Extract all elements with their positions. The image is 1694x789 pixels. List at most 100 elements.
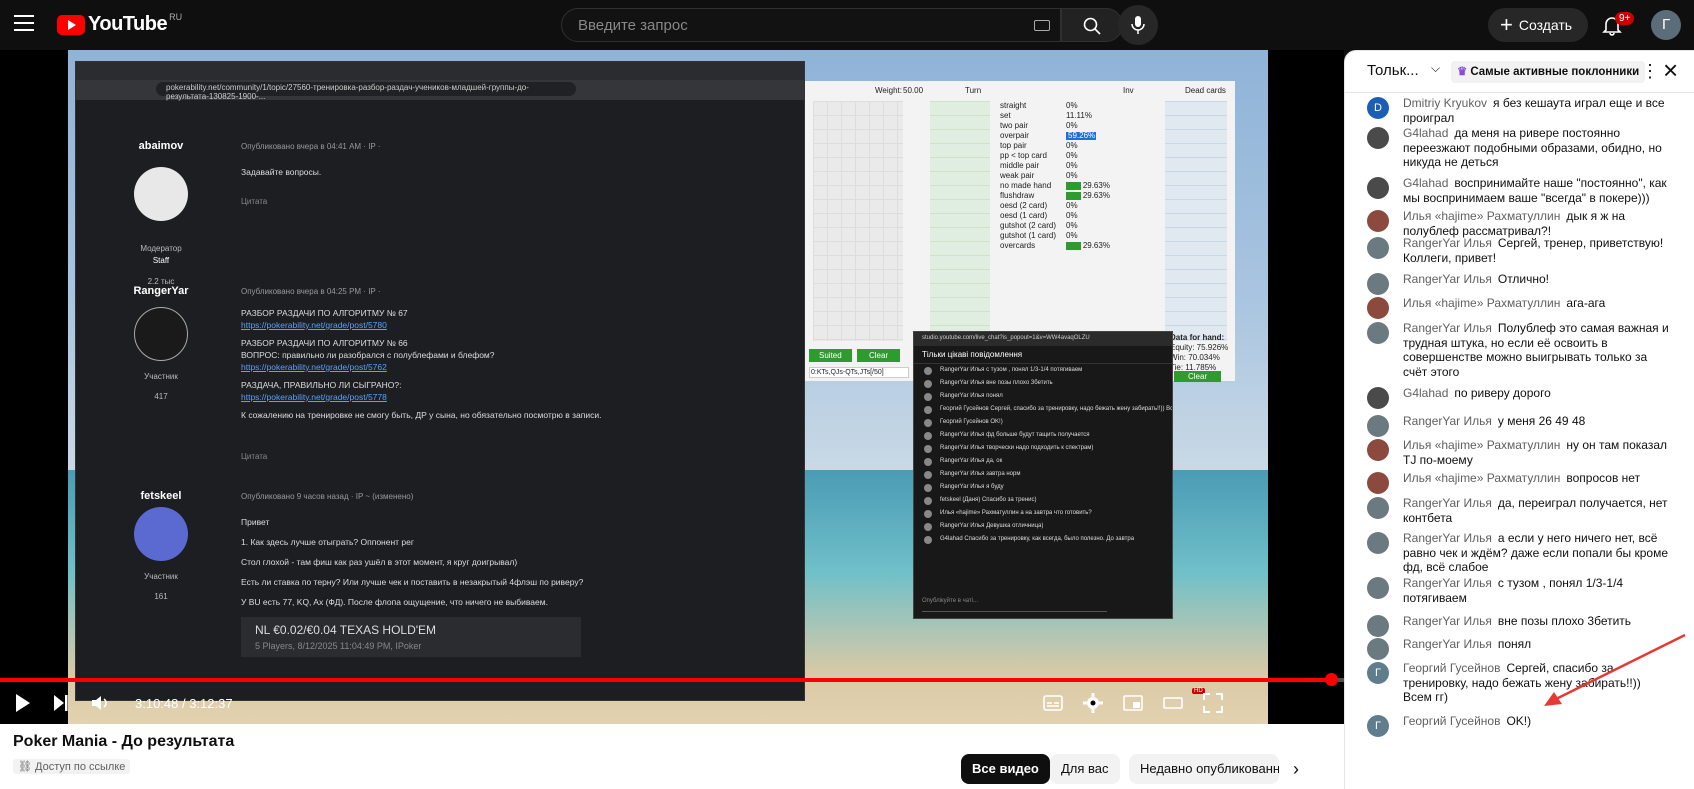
stat-name: pp < top card [1000, 151, 1047, 160]
more-options-icon[interactable]: ⋮ [1641, 61, 1659, 82]
chat-message-body: RangerYar Илья у меня 26 49 48 [1403, 414, 1673, 429]
chat-author[interactable]: Георгий Гусейнов [1403, 714, 1500, 728]
popout-chat-input[interactable]: Опублікуйте в чаті... [922, 598, 1107, 612]
chat-avatar[interactable] [1367, 127, 1389, 149]
chat-author[interactable]: RangerYar Илья [1403, 531, 1492, 545]
video-player[interactable]: pokerability.net/community/1/topic/27560… [0, 50, 1344, 724]
chat-avatar[interactable] [1367, 532, 1389, 554]
keyboard-icon[interactable] [1034, 20, 1050, 31]
chat-avatar[interactable] [1367, 415, 1389, 437]
chat-author[interactable]: RangerYar Илья [1403, 272, 1492, 286]
chat-avatar[interactable] [1367, 497, 1389, 519]
chat-avatar[interactable] [1367, 177, 1389, 199]
chat-message-body: RangerYar Илья Полублеф это самая важная … [1403, 321, 1673, 379]
settings-gear-icon[interactable] [1082, 692, 1104, 714]
top-fans-button[interactable]: ♛ Самые активные поклонники [1451, 61, 1646, 83]
post-role: Участник [144, 572, 178, 581]
chat-mode-selector[interactable]: Тольк... [1367, 62, 1419, 79]
chip-for-you[interactable]: Для вас [1050, 754, 1120, 784]
chat-avatar[interactable]: D [1367, 97, 1389, 119]
volume-icon[interactable] [90, 692, 110, 714]
post-line: Задавайте вопросы. [241, 167, 322, 177]
chat-avatar[interactable] [1367, 615, 1389, 637]
chat-author[interactable]: Dmitriy Kryukov [1403, 96, 1487, 110]
create-button[interactable]: + Создать [1488, 8, 1588, 42]
subtitles-icon[interactable] [1042, 692, 1064, 714]
theater-mode-icon[interactable] [1162, 692, 1184, 714]
stat-bar [1066, 242, 1081, 250]
popout-chat-window: studio.youtube.com/live_chat?is_popout=1… [913, 331, 1173, 619]
chat-avatar[interactable] [1367, 273, 1389, 295]
close-icon[interactable]: × [1663, 55, 1678, 86]
fullscreen-icon[interactable] [1202, 692, 1224, 714]
post-link[interactable]: https://pokerability.net/grade/post/5780 [241, 320, 387, 330]
chat-author[interactable]: Илья «hajime» Рахматуллин [1403, 296, 1560, 310]
play-icon[interactable] [14, 692, 32, 714]
chat-avatar[interactable] [1367, 577, 1389, 599]
post-line: 1. Как здесь лучше отыграть? Оппонент ре… [241, 537, 414, 547]
chat-author[interactable]: G4lahad [1403, 126, 1448, 140]
chevron-down-icon[interactable]: ⌵ [1431, 61, 1440, 76]
chat-avatar[interactable] [1367, 638, 1389, 660]
video-title: Poker Mania - До результата [13, 733, 235, 750]
chat-author[interactable]: Илья «hajime» Рахматуллин [1403, 438, 1560, 452]
post-author: abaimov [138, 140, 184, 152]
search-button[interactable] [1061, 8, 1123, 42]
post-line: У BU есть 77, KQ, Ax (ФД). После флопа о… [241, 597, 548, 607]
chat-avatar[interactable] [1367, 237, 1389, 259]
chat-avatar[interactable] [1367, 472, 1389, 494]
stat-percent: 0% [1066, 211, 1078, 220]
chat-author[interactable]: RangerYar Илья [1403, 576, 1492, 590]
chat-author[interactable]: RangerYar Илья [1403, 614, 1492, 628]
stat-row: overpair 59.26% [1000, 131, 1130, 141]
popout-chat-message: Георгий Гусейнов Сергей, спасибо за трен… [914, 403, 1172, 416]
quote-button[interactable]: Цитата [241, 452, 267, 461]
chat-avatar[interactable] [1367, 210, 1389, 232]
post-link[interactable]: https://pokerability.net/grade/post/5778 [241, 392, 387, 402]
chat-author[interactable]: RangerYar Илья [1403, 414, 1492, 428]
chat-avatar[interactable] [1367, 439, 1389, 461]
chevron-right-icon[interactable]: › [1293, 759, 1299, 780]
miniplayer-icon[interactable] [1122, 692, 1144, 714]
progress-bar[interactable] [0, 678, 1344, 682]
chat-avatar[interactable] [1367, 322, 1389, 344]
clear-dead-button[interactable]: Clear [1174, 371, 1222, 382]
search-input[interactable] [562, 9, 982, 41]
next-icon[interactable] [52, 692, 70, 714]
dead-cards-grid[interactable] [1165, 101, 1227, 341]
suited-button[interactable]: Suited [809, 349, 852, 362]
popout-chat-message: RangerYar Илья с тузом , понял 1/3-1/4 п… [914, 364, 1172, 377]
chat-author[interactable]: G4lahad [1403, 386, 1448, 400]
chat-author[interactable]: RangerYar Илья [1403, 496, 1492, 510]
chat-header: Тольк... ⌵ ♛ Самые активные поклонники ⋮ … [1345, 51, 1694, 93]
chat-author[interactable]: G4lahad [1403, 176, 1448, 190]
account-avatar[interactable]: Г [1651, 10, 1681, 40]
range-text[interactable]: 0:KTs,QJs-QTs,JTs[/50] [809, 367, 909, 378]
stat-row: straight 0% [1000, 101, 1130, 111]
popout-chat-mode[interactable]: Тільки цікаві повідомлення [914, 346, 1172, 364]
quote-button[interactable]: Цитата [241, 197, 267, 206]
range-grid[interactable] [813, 101, 903, 341]
chat-avatar[interactable]: Г [1367, 662, 1389, 684]
voice-search-button[interactable] [1118, 5, 1158, 45]
stat-name: flushdraw [1000, 191, 1035, 200]
chat-author[interactable]: RangerYar Илья [1403, 236, 1492, 250]
post-body: РАЗБОР РАЗДАЧИ ПО АЛГОРИТМУ № 67 https:/… [241, 307, 721, 421]
post-author: RangerYar [133, 285, 189, 297]
chat-author[interactable]: Илья «hajime» Рахматуллин [1403, 209, 1560, 223]
clear-button[interactable]: Clear [857, 349, 901, 362]
chat-avatar[interactable]: Г [1367, 715, 1389, 737]
post-link[interactable]: https://pokerability.net/grade/post/5762 [241, 362, 387, 372]
chip-all-videos[interactable]: Все видео [961, 754, 1050, 784]
chat-avatar[interactable] [1367, 297, 1389, 319]
menu-icon[interactable] [14, 15, 34, 31]
hand-history-box: NL €0.02/€0.04 TEXAS HOLD'EM 5 Players, … [241, 617, 581, 657]
chip-recently-uploaded[interactable]: Недавно опубликованн [1129, 754, 1279, 784]
weight-label: Weight: [875, 86, 902, 95]
chat-author[interactable]: Илья «hajime» Рахматуллин [1403, 471, 1560, 485]
chat-avatar[interactable] [1367, 387, 1389, 409]
chat-author[interactable]: RangerYar Илья [1403, 637, 1492, 651]
chat-author[interactable]: RangerYar Илья [1403, 321, 1492, 335]
chat-author[interactable]: Георгий Гусейнов [1403, 661, 1500, 675]
youtube-logo[interactable]: YouTube RU [57, 12, 182, 36]
